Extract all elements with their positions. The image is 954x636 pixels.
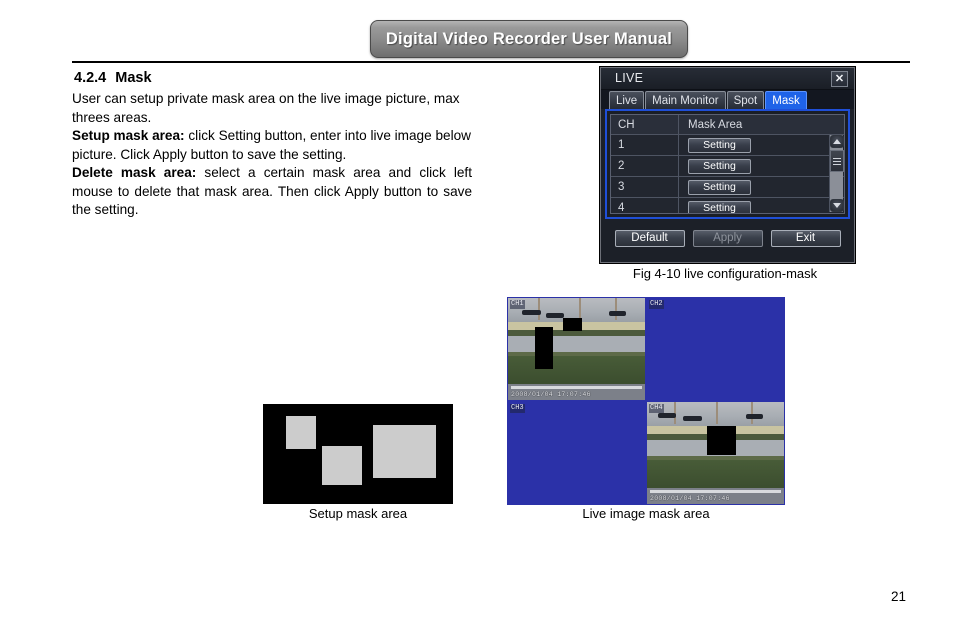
- cell-channel: 3: [611, 177, 679, 197]
- live-image-quad-view: CH1 2008/01/04 17:07:46 CH2 CH3 CH4 2008…: [507, 297, 785, 505]
- setting-button[interactable]: Setting: [688, 137, 751, 153]
- manual-title: Digital Video Recorder User Manual: [385, 29, 673, 48]
- figure-caption: Fig 4-10 live configuration-mask: [632, 266, 818, 281]
- setting-button[interactable]: Setting: [688, 158, 751, 174]
- close-icon[interactable]: ✕: [831, 71, 848, 87]
- cell-mask-area: Setting: [679, 177, 844, 197]
- scroll-down-arrow-icon[interactable]: [830, 199, 844, 212]
- tab-main-monitor[interactable]: Main Monitor: [645, 91, 726, 109]
- column-header-mask-area: Mask Area: [688, 118, 743, 131]
- quad-cell-ch3[interactable]: CH3: [507, 401, 646, 505]
- tab-live[interactable]: Live: [609, 91, 645, 109]
- live-image-mask-area-caption: Live image mask area: [582, 506, 710, 521]
- timestamp-overlay: 2008/01/04 17:07:46: [650, 495, 730, 502]
- cell-mask-area: Setting: [679, 135, 844, 155]
- quad-cell-ch2[interactable]: CH2: [646, 297, 785, 401]
- delete-paragraph: Delete mask area: select a certain mask …: [72, 164, 472, 220]
- apply-button[interactable]: Apply: [692, 230, 763, 247]
- mask-block: [321, 446, 362, 485]
- table-header-row: CH Mask Area: [611, 115, 844, 135]
- cell-channel: 1: [611, 135, 679, 155]
- mask-block: [562, 318, 582, 331]
- mask-panel: CH Mask Area 1 Setting 2 Setting 3 Setti…: [605, 109, 850, 219]
- delete-label: Delete mask area:: [72, 165, 197, 180]
- channel-label: CH2: [649, 300, 664, 309]
- manual-header-banner: Digital Video Recorder User Manual: [370, 20, 688, 58]
- cell-mask-area: Setting: [679, 198, 844, 213]
- tab-mask[interactable]: Mask: [765, 91, 807, 109]
- section-text-column: 4.2.4 Mask User can setup private mask ar…: [72, 70, 472, 220]
- table-row: 1 Setting: [611, 135, 844, 156]
- mask-block: [707, 426, 737, 456]
- page-number: 21: [890, 589, 906, 604]
- tab-spot[interactable]: Spot: [726, 91, 765, 109]
- channel-label: CH4: [649, 404, 664, 413]
- scroll-up-arrow-icon[interactable]: [830, 135, 844, 148]
- setting-button[interactable]: Setting: [688, 200, 751, 213]
- table-row: 3 Setting: [611, 177, 844, 198]
- camera-scene: [508, 298, 645, 400]
- section-heading: 4.2.4 Mask: [74, 70, 472, 86]
- cell-channel: 4: [611, 198, 679, 213]
- live-configuration-dialog: LIVE ✕ Live Main Monitor Spot Mask CH Ma…: [600, 67, 855, 263]
- channel-label: CH3: [510, 404, 525, 413]
- setup-mask-area-caption: Setup mask area: [308, 506, 408, 521]
- setting-button[interactable]: Setting: [688, 179, 751, 195]
- quad-cell-ch1[interactable]: CH1 2008/01/04 17:07:46: [507, 297, 646, 401]
- mask-block: [535, 326, 554, 370]
- setup-mask-area-diagram: [263, 404, 453, 504]
- quad-cell-ch4[interactable]: CH4 2008/01/04 17:07:46: [646, 401, 785, 505]
- dialog-titlebar: LIVE ✕: [601, 68, 854, 90]
- mask-block: [373, 425, 436, 478]
- mask-area-table: CH Mask Area 1 Setting 2 Setting 3 Setti…: [610, 114, 845, 214]
- section-title: Mask: [115, 70, 152, 86]
- header-divider: [72, 61, 910, 63]
- table-scrollbar[interactable]: [829, 135, 844, 212]
- default-button[interactable]: Default: [614, 230, 685, 247]
- table-row: 4 Setting: [611, 198, 844, 213]
- column-header-ch: CH: [611, 115, 679, 134]
- exit-button[interactable]: Exit: [770, 230, 841, 247]
- dialog-footer: Default Apply Exit: [601, 219, 854, 253]
- section-number: 4.2.4: [74, 70, 107, 86]
- cell-channel: 2: [611, 156, 679, 176]
- table-row: 2 Setting: [611, 156, 844, 177]
- channel-label: CH1: [510, 300, 525, 309]
- setup-paragraph: Setup mask area: click Setting button, e…: [72, 127, 472, 164]
- page-root: Digital Video Recorder User Manual 4.2.4…: [0, 0, 954, 636]
- dialog-title: LIVE: [615, 71, 644, 85]
- cell-mask-area: Setting: [679, 156, 844, 176]
- intro-paragraph: User can setup private mask area on the …: [72, 91, 460, 125]
- setup-label: Setup mask area:: [72, 128, 185, 143]
- scrollbar-thumb[interactable]: [830, 150, 844, 172]
- mask-block: [285, 416, 317, 449]
- dialog-tab-bar: Live Main Monitor Spot Mask: [601, 90, 854, 109]
- timestamp-overlay: 2008/01/04 17:07:46: [511, 391, 591, 398]
